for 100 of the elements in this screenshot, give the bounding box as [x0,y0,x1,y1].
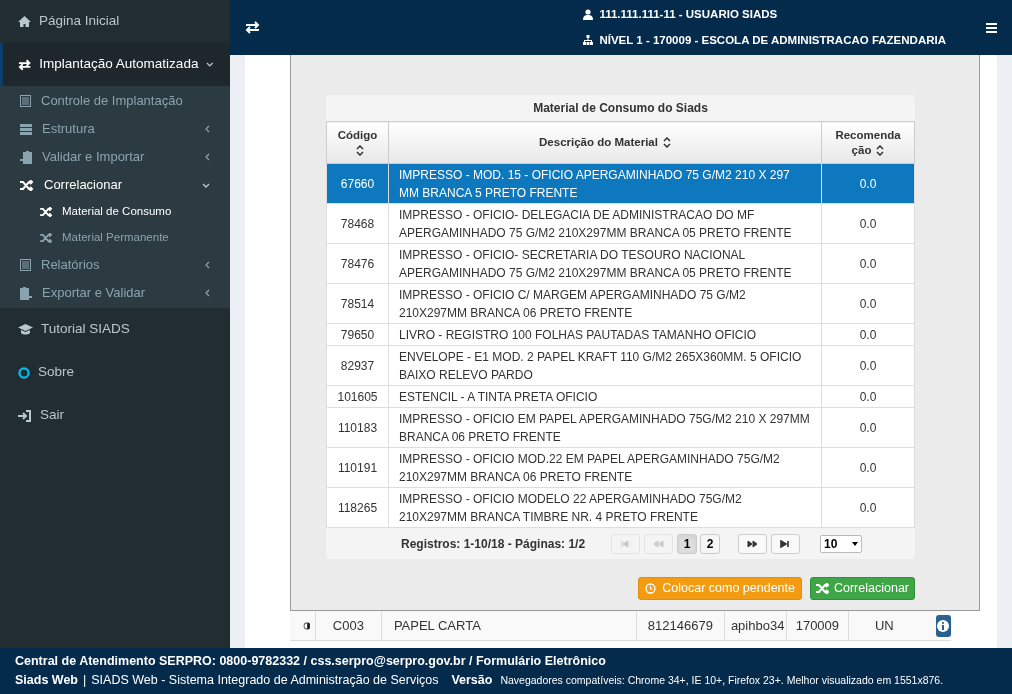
recommendation-cell: 0.0 [859,389,877,404]
code-cell: 78514 [340,296,375,311]
first-page-icon [620,539,632,548]
chevron-left-icon [205,153,210,161]
recommendation-cell: 0.0 [859,420,877,435]
table-row[interactable]: 110183 IMPRESSO - OFICIO EM PAPEL APERGAMINHADO 75G/M2 210 X 297MM BRANCA 06 PRETO FRENTE 0.0 [326,407,915,448]
table-row[interactable]: 82937 ENVELOPE - E1 MOD. 2 PAPEL KRAFT 110 G/M2 265X360MM. 5 OFICIO BAIXO RELEVO PARDO 0.0 [326,345,915,386]
table-cell-text: 170009 [795,616,840,635]
description-cell: IMPRESSO - OFICIO EM PAPEL APERGAMINHADO 75G/M2 210 X 297MM BRANCA 06 PRETO FRENTE [398,411,810,444]
sort-icon [876,144,885,156]
sidebar-subitem[interactable]: Material de Consumo [0,199,230,225]
server-icon [20,123,32,135]
dropdown-caret-icon [852,541,859,546]
table-title: Material de Consumo do Siads [532,100,709,117]
page-button[interactable]: 2 [700,533,721,554]
chevron-left-icon [205,125,210,133]
recommendation-cell: 0.0 [859,256,877,271]
sidebar-item[interactable]: Sobre [0,351,230,394]
table-row[interactable]: 67660 IMPRESSO - MOD. 15 - OFICIO APERGAMINHADO 75 G/M2 210 X 297 MM BRANCA 5 PRETO FRENTE 0.0 [326,163,915,204]
recommendation-cell: 0.0 [859,460,877,475]
recommendation-cell: 0.0 [859,216,877,231]
sidebar-subitem[interactable]: Validar e Importar [0,143,230,171]
sidebar-subitem[interactable]: Estrutura [0,115,230,143]
prev-page-icon [653,539,665,548]
recommendation-cell: 0.0 [859,500,877,515]
table-row[interactable]: 78468 IMPRESSO - OFICIO- DELEGACIA DE ADMINISTRACAO DO MF APERGAMINHADO 75 G/M2 210X297MM BRANCA 05 PRETO FRENTE 0.0 [326,203,915,244]
table-row[interactable]: 79650 LIVRO - REGISTRO 100 FOLHAS PAUTADAS TAMANHO OFICIO 0.0 [326,323,915,346]
sidebar-subitem[interactable]: Exportar e Validar [0,279,230,307]
code-cell: 110191 [337,460,378,475]
code-cell: 78476 [340,256,375,271]
chevron-left-icon [205,289,210,297]
description-cell: IMPRESSO - OFICIO MODELO 22 APERGAMINHADO 75G/M2 210X297MM BRANCA TIMBRE NR. 4 PRETO FRENTE [398,491,742,524]
code-cell: 118265 [337,500,378,515]
chevron-down-icon [206,62,214,67]
sidebar-item[interactable]: Página Inicial [0,0,230,43]
description-cell: IMPRESSO - OFICIO C/ MARGEM APERGAMINHADO 75 G/M2 210X297MM BRANCA 06 PRETO FRENTE [398,287,746,320]
toggle-arrows-icon[interactable] [245,21,260,34]
column-header[interactable]: Recomenda ção [821,121,915,164]
column-header[interactable]: Código [326,121,389,164]
user-name: 111.111.111-11 - USUARIO SIADS [599,7,778,23]
description-cell: ESTENCIL - A TINTA PRETA OFICIO [398,389,598,404]
sort-icon [356,144,364,156]
sidebar-item[interactable]: Sair [0,394,230,437]
home-icon [18,16,31,27]
next-page-icon [747,539,759,548]
sidebar-subitem[interactable]: Relatórios [0,251,230,279]
clipboard-icon [20,286,32,300]
code-cell: 79650 [340,327,375,342]
description-cell: IMPRESSO - OFICIO- DELEGACIA DE ADMINISTRACAO DO MF APERGAMINHADO 75 G/M2 210X297MM BRANCA 05 PRETO FRENTE [398,207,792,240]
table-row[interactable]: 118265 IMPRESSO - OFICIO MODELO 22 APERGAMINHADO 75G/M2 210X297MM BRANCA TIMBRE NR. 4 PRETO FRENTE 0.0 [326,487,915,528]
description-cell: IMPRESSO - OFICIO MOD.22 EM PAPEL APERGAMINHADO 75G/M2 210X297MM BRANCA 06 PRETO FRENTE [398,451,780,484]
description-cell: IMPRESSO - MOD. 15 - OFICIO APERGAMINHADO 75 G/M2 210 X 297 MM BRANCA 5 PRETO FRENTE [398,167,790,200]
sidebar-subitem[interactable]: Controle de Implantação [0,87,230,115]
code-cell: 78468 [340,216,375,231]
clock-icon [645,583,657,594]
list-icon [20,95,31,107]
table-cell-text: 812146679 [647,616,713,635]
table-cell-text: apihbo34 [730,616,785,635]
shuffle-icon [20,179,34,191]
sidebar-item[interactable]: Tutorial SIADS [0,308,230,351]
description-cell: ENVELOPE - E1 MOD. 2 PAPEL KRAFT 110 G/M2 265X360MM. 5 OFICIO BAIXO RELEVO PARDO [398,349,802,382]
chevron-down-icon [202,182,210,188]
description-cell: LIVRO - REGISTRO 100 FOLHAS PAUTADAS TAMANHO OFICIO [398,327,757,342]
info-button[interactable] [935,614,951,637]
code-cell: 110183 [337,420,378,435]
table-cell-text: UN [875,616,894,635]
last-page-icon [780,539,792,548]
records-summary: Registros: 1-10/18 - Páginas: 1/2 [401,535,586,553]
page-button[interactable]: 1 [677,533,698,554]
system-name: SIADS Web - Sistema Integrado de Administração de Serviços [91,672,439,689]
code-cell: 101605 [337,389,378,404]
recommendation-cell: 0.0 [859,327,877,342]
support-contact: Central de Atendimento SERPRO: 0800-9782332 / css.serpro@serpro.gov.br / Formulário Eletrônico [15,653,607,670]
list-icon [20,259,31,271]
separator: | [83,672,87,689]
code-cell: 82937 [340,358,375,373]
page-size-select[interactable]: 10 [820,534,863,553]
next-page-button[interactable] [738,533,768,554]
menu-icon[interactable] [986,22,997,33]
sidebar-subitem[interactable]: Correlacionar [0,171,230,199]
chevron-left-icon [205,261,210,269]
sort-icon [662,137,671,149]
swap-arrows-icon [18,58,32,71]
table-cell-text: PAPEL CARTA [393,616,481,635]
table-row[interactable]: 101605 ESTENCIL - A TINTA PRETA OFICIO 0.0 [326,385,915,408]
graduation-cap-icon [18,324,33,335]
sidebar-subitem[interactable]: Material Permanente [0,225,230,251]
table-row[interactable]: 78514 IMPRESSO - OFICIO C/ MARGEM APERGAMINHADO 75 G/M2 210X297MM BRANCA 06 PRETO FRENTE 0.0 [326,283,915,324]
sidebar-item[interactable]: Implantação Automatizada [0,43,230,86]
hierarchy-icon [583,35,594,46]
last-page-button[interactable] [771,533,801,554]
shuffle-icon [40,207,53,217]
table-row[interactable]: 78476 IMPRESSO - OFICIO- SECRETARIA DO TESOURO NACIONAL APERGAMINHADO 75 G/M2 210X297MM BRANCA 05 PRETO FRENTE 0.0 [326,243,915,284]
unit-name: NÍVEL 1 - 170009 - ESCOLA DE ADMINISTRACAO FAZENDARIA [599,32,946,48]
recommendation-cell: 0.0 [859,296,877,311]
description-cell: IMPRESSO - OFICIO- SECRETARIA DO TESOURO NACIONAL APERGAMINHADO 75 G/M2 210X297MM BRANCA 05 PRETO FRENTE [398,247,792,280]
column-header[interactable]: Descrição do Material [388,121,822,164]
table-row[interactable]: 110191 IMPRESSO - OFICIO MOD.22 EM PAPEL APERGAMINHADO 75G/M2 210X297MM BRANCA 06 PRETO FRENTE 0.0 [326,447,915,488]
shuffle-icon [40,233,53,243]
recommendation-cell: 0.0 [859,358,877,373]
